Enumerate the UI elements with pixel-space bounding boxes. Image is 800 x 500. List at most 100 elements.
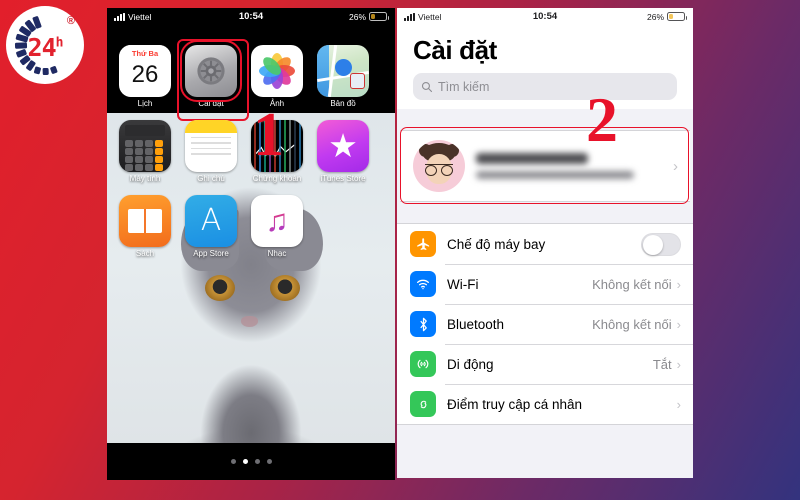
app-grid: Thứ Ba 26 Lịch Cài đặt Ảnh Bản đồ Máy tí… [107, 39, 395, 269]
settings-row-airplane-mode[interactable]: Chế độ máy bay [397, 224, 693, 264]
stocks-bar [289, 119, 291, 172]
battery-icon [369, 12, 389, 21]
home-screen-canvas: Thứ Ba 26 Lịch Cài đặt Ảnh Bản đồ Máy tí… [107, 25, 395, 480]
calculator-key [155, 155, 163, 163]
page-dot[interactable] [266, 459, 272, 464]
calculator-icon [119, 119, 171, 172]
status-right-group: 26% [251, 12, 389, 22]
logo-arc-segment [34, 66, 42, 75]
connectivity-section: Chế độ máy bay Wi-Fi Không kết nối › Blu… [397, 223, 693, 425]
app-label: Nhạc [267, 248, 287, 258]
settings-row-bluetooth[interactable]: Bluetooth Không kết nối › [397, 304, 693, 344]
chevron-right-icon: › [676, 396, 681, 412]
settings-row-value: Không kết nối [592, 276, 672, 292]
logo-arc-segment [50, 65, 58, 75]
stocks-bar [284, 119, 286, 172]
page-indicator-dots[interactable] [107, 443, 395, 480]
music-icon: ♫ [251, 194, 303, 247]
app-row: Thứ Ba 26 Lịch Cài đặt Ảnh Bản đồ [119, 39, 383, 121]
calculator-key [125, 147, 133, 155]
apple-id-text-block [476, 153, 634, 179]
calculator-key [145, 155, 153, 163]
app-icon-app-store[interactable]: A App Store [185, 194, 237, 259]
settings-row-label: Chế độ máy bay [447, 236, 546, 252]
phone-settings-screen: Viettel 10:54 26% Cài đặt Tìm kiếm › Chế… [397, 8, 693, 478]
logo-text: 24h [27, 33, 64, 62]
calculator-key [125, 155, 133, 163]
carrier-label: Viettel [418, 11, 442, 22]
hotspot-icon [410, 391, 436, 417]
app-label: Sách [135, 248, 155, 258]
stocks-bar [299, 119, 301, 172]
settings-row-wifi[interactable]: Wi-Fi Không kết nối › [397, 264, 693, 304]
app-icon-music[interactable]: ♫ Nhạc [251, 194, 303, 259]
stocks-bar [294, 119, 296, 172]
battery-icon [667, 12, 687, 21]
apple-id-name-redacted [476, 153, 588, 164]
app-icon-books[interactable]: Sách [119, 194, 171, 259]
calculator-key [125, 163, 133, 171]
app-icon-settings[interactable]: Cài đặt [177, 39, 249, 121]
settings-row-value: Không kết nối [592, 316, 672, 332]
page-title: Cài đặt [413, 35, 497, 65]
settings-row-label: Bluetooth [447, 316, 505, 332]
cat-eye-right [270, 275, 300, 301]
page-dot[interactable] [254, 459, 260, 464]
page-dot-active[interactable] [242, 459, 248, 464]
wifi-icon [410, 271, 436, 297]
annotation-step-1: 1 [253, 101, 284, 169]
status-right-group: 26% [545, 11, 687, 22]
search-icon [421, 81, 433, 92]
itunes-store-icon: ★ [317, 119, 369, 172]
app-label: App Store [193, 248, 229, 258]
app-icon-notes[interactable]: Ghi chú [185, 119, 237, 184]
calculator-key [135, 155, 143, 163]
chevron-right-icon: › [676, 356, 681, 372]
app-icon-calculator[interactable]: Máy tính [119, 119, 171, 184]
calendar-day-name: Thứ Ba [119, 45, 171, 60]
apple-id-subtitle-redacted [476, 171, 634, 179]
calculator-key [125, 139, 133, 147]
calculator-key [145, 147, 153, 155]
calculator-key [135, 147, 143, 155]
settings-row-cellular[interactable]: Di động Tắt › [397, 344, 693, 384]
chevron-right-icon: › [673, 157, 678, 175]
app-row: Máy tính Ghi chú Chứng khoán ★ iTunes St… [119, 119, 383, 184]
page-dot[interactable] [230, 459, 236, 464]
calculator-key [145, 139, 153, 147]
search-input[interactable]: Tìm kiếm [413, 73, 677, 100]
settings-row-personal-hotspot[interactable]: Điểm truy cập cá nhân › [397, 384, 693, 424]
chevron-right-icon: › [676, 316, 681, 332]
settings-gear-icon [180, 40, 242, 102]
app-label: Bản đồ [330, 99, 356, 108]
signal-bars-icon [404, 12, 415, 21]
brand-logo-24h: 24h ® [6, 6, 84, 84]
status-left-group: Viettel [114, 12, 251, 22]
cat-nose [241, 316, 258, 327]
app-label: Chứng khoán [252, 173, 302, 183]
cellular-icon [410, 351, 436, 377]
books-icon [119, 194, 171, 247]
memoji-avatar [413, 140, 465, 192]
airplane-icon [410, 231, 436, 257]
logo-arc-segment [43, 67, 49, 76]
poster-canvas: 24h ® Viettel 10:54 26% Thứ Ba 26 Lịch C… [0, 0, 800, 500]
app-icon-photos[interactable]: Ảnh [251, 45, 303, 109]
app-icon-maps[interactable]: Bản đồ [317, 45, 369, 109]
annotation-step-2: 2 [586, 84, 618, 155]
airplane-mode-toggle[interactable] [641, 232, 681, 256]
calculator-key [155, 147, 163, 155]
phone-home-screen: Viettel 10:54 26% Thứ Ba 26 Lịch Cài đặt… [107, 8, 395, 480]
calendar-day-number: 26 [131, 61, 159, 88]
battery-percent-label: 26% [646, 11, 664, 22]
app-label: Cài đặt [198, 99, 224, 108]
status-left-group: Viettel [404, 12, 545, 22]
app-icon-itunes-store[interactable]: ★ iTunes Store [317, 119, 369, 184]
app-icon-calendar[interactable]: Thứ Ba 26 Lịch [119, 45, 171, 109]
app-row: Sách A App Store ♫ Nhạc [119, 194, 383, 259]
apple-id-row[interactable]: › [400, 130, 690, 202]
bluetooth-icon [410, 311, 436, 337]
settings-row-label: Điểm truy cập cá nhân [447, 396, 583, 412]
